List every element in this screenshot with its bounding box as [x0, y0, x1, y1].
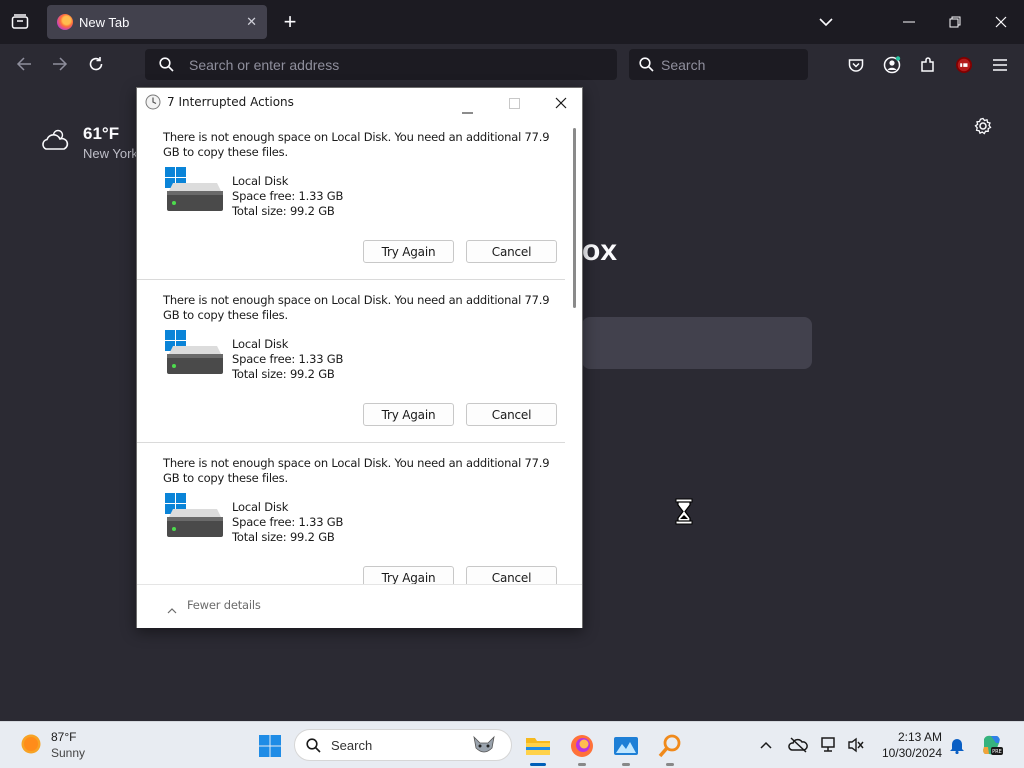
taskbar-search-placeholder: Search: [331, 738, 373, 753]
ublock-origin-icon[interactable]: [952, 53, 976, 77]
browser-tab-bar: New Tab ✕ +: [0, 0, 1024, 44]
dialog-close-icon[interactable]: [555, 96, 567, 114]
photos-taskbar-icon[interactable]: [608, 728, 644, 766]
firefox-wordmark: ox: [582, 234, 618, 267]
error-message: There is not enough space on Local Disk.…: [163, 293, 550, 322]
restore-icon[interactable]: [943, 12, 967, 32]
running-app-indicator: [666, 763, 674, 766]
magnifier-taskbar-icon[interactable]: [652, 728, 688, 766]
search-highlight-icon: [471, 733, 497, 762]
clock-icon: [145, 94, 161, 115]
disk-name: Local Disk: [232, 174, 289, 188]
interrupted-action-item: There is not enough space on Local Disk.…: [137, 117, 565, 280]
taskbar-search-box[interactable]: Search: [294, 729, 512, 761]
search-icon: [639, 57, 654, 75]
search-placeholder: Search: [661, 56, 706, 73]
tab-new-tab[interactable]: New Tab ✕: [47, 5, 267, 39]
local-disk-icon: [163, 165, 225, 215]
settings-gear-icon[interactable]: [971, 114, 995, 138]
firefox-icon: [57, 14, 73, 30]
browser-nav-bar: Search or enter address Search: [0, 44, 1024, 85]
start-button[interactable]: [252, 728, 288, 764]
weather-cloud-icon: [40, 127, 70, 158]
svg-text:PRE: PRE: [992, 749, 1002, 755]
taskbar-clock-date[interactable]: 10/30/2024: [872, 746, 942, 760]
active-app-indicator: [530, 763, 546, 766]
dialog-scroll-area[interactable]: There is not enough space on Local Disk.…: [137, 117, 567, 584]
forward-arrow-icon[interactable]: [48, 52, 72, 76]
dialog-title: 7 Interrupted Actions: [167, 95, 294, 109]
search-icon: [159, 57, 174, 75]
taskbar-weather-temp[interactable]: 87°F: [51, 730, 76, 744]
disk-name: Local Disk: [232, 500, 289, 514]
disk-total-size: Total size: 99.2 GB: [232, 530, 335, 544]
disk-space-free: Space free: 1.33 GB: [232, 189, 344, 203]
url-placeholder: Search or enter address: [189, 56, 340, 73]
tab-title: New Tab: [79, 14, 130, 30]
error-message: There is not enough space on Local Disk.…: [163, 130, 550, 159]
chevron-up-icon[interactable]: [167, 601, 177, 619]
volume-muted-icon[interactable]: [844, 734, 868, 756]
close-window-icon[interactable]: [989, 12, 1013, 32]
list-all-tabs-icon[interactable]: [8, 11, 32, 33]
hourglass-cursor-icon: [675, 498, 693, 525]
show-hidden-icons-chevron-icon[interactable]: [756, 736, 776, 754]
dialog-title-bar[interactable]: 7 Interrupted Actions: [137, 88, 582, 117]
weather-temperature: 61°F: [83, 124, 120, 143]
chevron-down-icon[interactable]: [814, 12, 838, 32]
pocket-icon[interactable]: [844, 53, 868, 77]
try-again-button[interactable]: Try Again: [363, 566, 454, 584]
back-arrow-icon[interactable]: [12, 52, 36, 76]
interrupted-action-item: There is not enough space on Local Disk.…: [137, 280, 565, 443]
interrupted-action-item: There is not enough space on Local Disk.…: [137, 443, 565, 584]
minimize-icon[interactable]: [897, 12, 921, 32]
windows-taskbar: 87°F Sunny Search 2:13 AM 10/30/2024 PRE: [0, 721, 1024, 768]
menu-icon[interactable]: [988, 53, 1012, 77]
cancel-button[interactable]: Cancel: [466, 240, 557, 263]
close-tab-icon[interactable]: ✕: [246, 14, 257, 30]
disk-name: Local Disk: [232, 337, 289, 351]
dialog-footer: Fewer details: [137, 584, 582, 628]
search-icon: [306, 738, 321, 758]
network-icon[interactable]: [818, 734, 842, 756]
local-disk-icon: [163, 491, 225, 541]
interrupted-actions-dialog: 7 Interrupted Actions There is not enoug…: [136, 87, 583, 628]
cancel-button[interactable]: Cancel: [466, 403, 557, 426]
disk-space-free: Space free: 1.33 GB: [232, 515, 344, 529]
taskbar-clock-time[interactable]: 2:13 AM: [878, 730, 942, 744]
running-app-indicator: [622, 763, 630, 766]
running-app-indicator: [578, 763, 586, 766]
extensions-icon[interactable]: [916, 53, 940, 77]
try-again-button[interactable]: Try Again: [363, 240, 454, 263]
dialog-maximize-icon: [509, 96, 520, 114]
reload-icon[interactable]: [84, 52, 108, 76]
notification-bell-icon[interactable]: [946, 734, 968, 756]
file-explorer-icon[interactable]: [520, 728, 556, 766]
taskbar-weather-condition[interactable]: Sunny: [51, 746, 85, 760]
copilot-icon[interactable]: PRE: [979, 732, 1005, 758]
account-icon[interactable]: [880, 53, 904, 77]
cancel-button[interactable]: Cancel: [466, 566, 557, 584]
disk-total-size: Total size: 99.2 GB: [232, 204, 335, 218]
url-bar[interactable]: Search or enter address: [145, 49, 617, 80]
firefox-taskbar-icon[interactable]: [564, 728, 600, 766]
disk-total-size: Total size: 99.2 GB: [232, 367, 335, 381]
dialog-scrollbar[interactable]: [573, 128, 576, 308]
try-again-button[interactable]: Try Again: [363, 403, 454, 426]
disk-space-free: Space free: 1.33 GB: [232, 352, 344, 366]
search-bar[interactable]: Search: [629, 49, 808, 80]
weather-location: New York: [83, 146, 138, 161]
sun-icon[interactable]: [20, 733, 42, 760]
onedrive-offline-icon[interactable]: [786, 734, 810, 756]
local-disk-icon: [163, 328, 225, 378]
newtab-search-box[interactable]: [582, 317, 812, 369]
error-message: There is not enough space on Local Disk.…: [163, 456, 550, 485]
new-tab-button[interactable]: +: [278, 8, 302, 36]
fewer-details-toggle[interactable]: Fewer details: [187, 598, 261, 612]
